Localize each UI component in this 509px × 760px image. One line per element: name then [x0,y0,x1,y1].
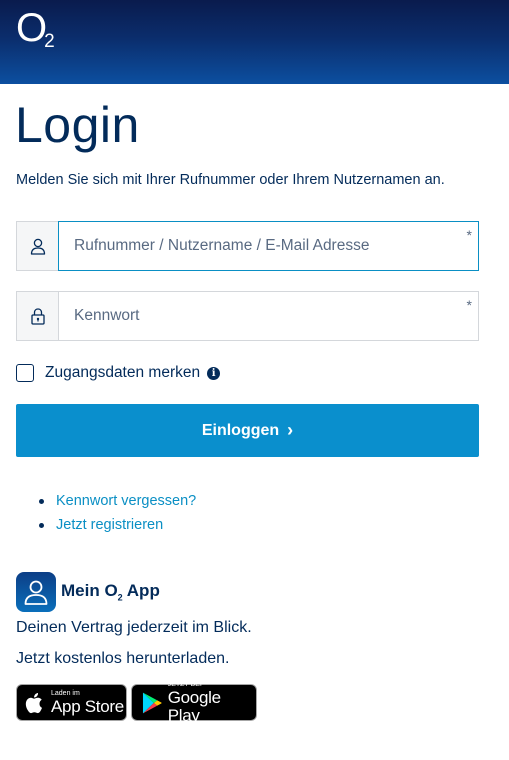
chevron-right-icon: › [287,420,294,440]
apple-icon [25,692,43,713]
remember-label[interactable]: Zugangsdaten merken [45,364,200,382]
user-icon [16,221,58,271]
page-subtitle: Melden Sie sich mit Ihrer Rufnummer oder… [16,172,445,188]
login-button-label: Einloggen [201,421,280,439]
password-field: * [16,291,479,341]
forgot-password-link[interactable]: Kennwort vergessen? [56,493,196,509]
header-bar: O2 [0,0,509,84]
page-title: Login [15,97,140,153]
username-field: * [16,221,479,271]
help-links: Kennwort vergessen? Jetzt registrieren [38,489,196,537]
list-item: Jetzt registrieren [38,513,196,537]
google-play-icon [142,692,162,713]
list-item: Kennwort vergessen? [38,489,196,513]
app-title: Mein O2 App [61,581,160,603]
username-input[interactable] [59,222,478,270]
login-button[interactable]: Einloggen › [16,404,479,457]
required-marker: * [466,297,472,313]
app-tagline: Deinen Vertrag jederzeit im Blick. [16,619,252,636]
app-promo-header: Mein O2 App [16,572,160,612]
remember-checkbox[interactable] [16,364,34,382]
password-input[interactable] [59,292,478,340]
register-link[interactable]: Jetzt registrieren [56,517,163,533]
app-download-text: Jetzt kostenlos herunterladen. [16,650,230,667]
remember-me-row: Zugangsdaten merken i [16,364,221,382]
app-store-big-text: App Store [51,696,124,716]
required-marker: * [466,227,472,243]
app-store-badge[interactable]: Laden im App Store [16,684,127,721]
lock-icon [16,291,58,341]
o2-logo[interactable]: O2 [16,6,55,53]
info-icon[interactable]: i [207,366,221,380]
google-play-badge[interactable]: JETZT BEI Google Play [131,681,257,724]
app-user-icon [16,572,56,612]
google-play-big-text: Google Play [167,687,221,725]
